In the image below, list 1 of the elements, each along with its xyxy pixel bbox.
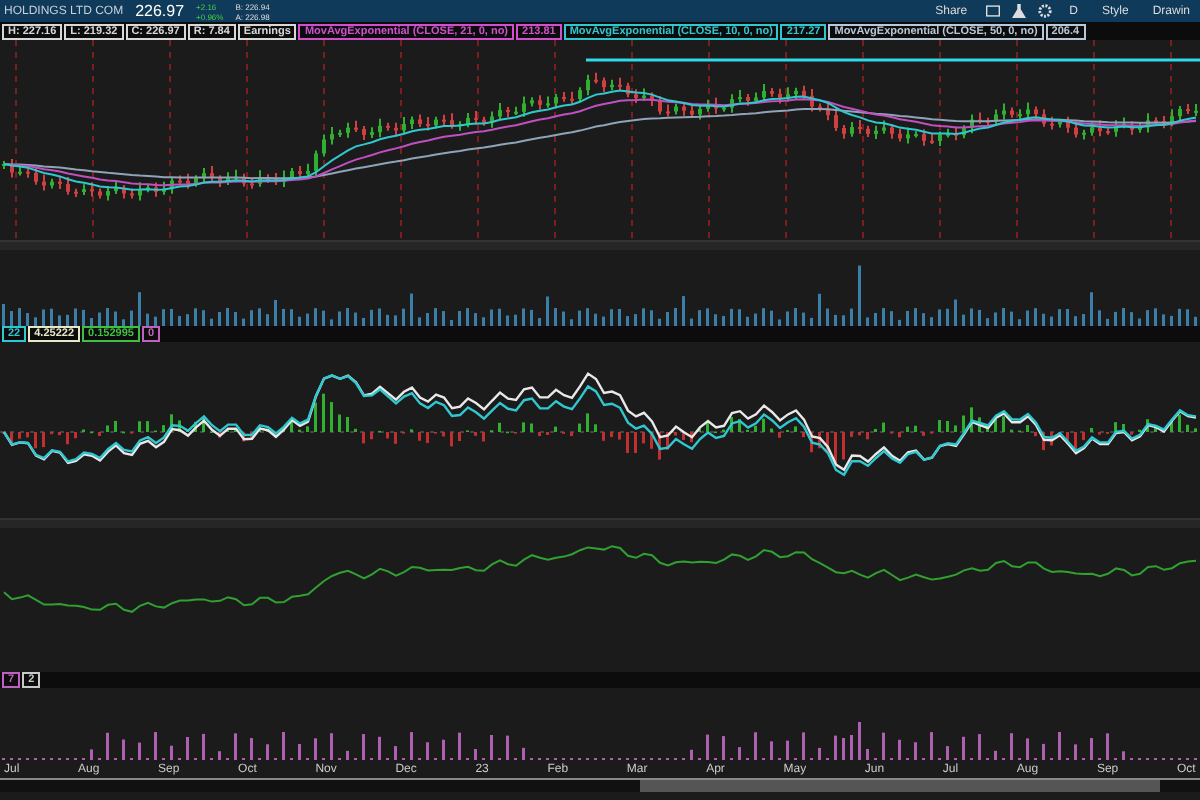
last-price: 226.97: [135, 2, 185, 20]
